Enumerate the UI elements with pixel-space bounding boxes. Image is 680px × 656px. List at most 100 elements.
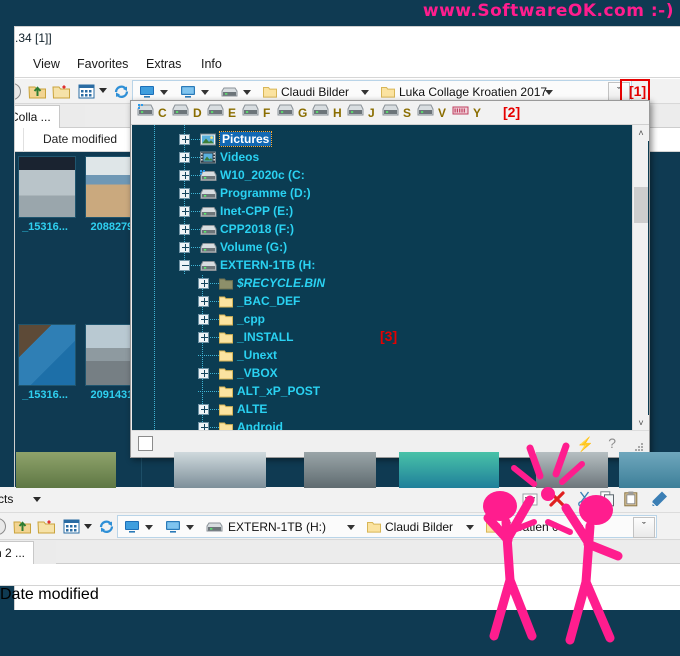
crumb-desktop-caret-icon[interactable]	[201, 90, 209, 95]
drive-button-d[interactable]: D	[172, 104, 202, 120]
tree-item-recycle-bin[interactable]: $RECYCLE.BIN	[237, 276, 325, 290]
up-folder-icon[interactable]	[13, 517, 32, 536]
tree-item-cpp2018[interactable]: CPP2018 (F:)	[220, 222, 294, 236]
tree-scrollbar[interactable]: ˄ ˅	[632, 125, 649, 431]
crumb-label-extern-1tb[interactable]: EXTERN-1TB (H:)	[228, 520, 326, 534]
column-date-modified[interactable]: Date modified	[0, 586, 680, 604]
lower-tab-n2[interactable]: n 2 ...	[0, 541, 35, 564]
tree-expander-plus[interactable]	[198, 278, 209, 289]
tree-item-pictures[interactable]: Pictures	[218, 131, 273, 147]
drive-button-h[interactable]: H	[312, 104, 342, 120]
drive-button-s[interactable]: S	[382, 104, 411, 120]
column-sep[interactable]	[0, 564, 680, 586]
tree-item-vbox[interactable]: _VBOX	[237, 366, 278, 380]
column-sep[interactable]	[23, 128, 24, 152]
crumb-label-kroatien[interactable]: Kroatien 0	[504, 520, 559, 534]
tree-item-videos[interactable]: Videos	[220, 150, 259, 164]
tab-colla[interactable]: Colla ...	[15, 105, 60, 128]
crumb-label-luka-collage[interactable]: Luka Collage Kroatien 2017	[399, 85, 547, 99]
tree-expander-plus[interactable]	[198, 314, 209, 325]
crumb-desktop-icon[interactable]	[165, 520, 181, 534]
thumbnail-image[interactable]	[399, 452, 499, 488]
tree-item-unext[interactable]: _Unext	[237, 348, 277, 362]
crumb-computer-icon[interactable]	[124, 520, 140, 534]
drive-button-y[interactable]: Y	[452, 104, 481, 120]
views-caret-icon[interactable]	[84, 524, 92, 529]
column-sep[interactable]	[0, 604, 680, 617]
crumb-kroatien-caret-icon[interactable]	[575, 525, 583, 530]
crumb-folder-claudi-icon[interactable]	[367, 520, 381, 534]
views-icon[interactable]	[62, 517, 81, 536]
up-folder-icon[interactable]	[28, 82, 47, 101]
drive-button-c[interactable]: C	[137, 104, 167, 120]
thumbnail-image[interactable]	[304, 452, 376, 488]
scroll-down-arrow-icon[interactable]: ˅	[633, 415, 649, 431]
cut-icon[interactable]	[577, 491, 592, 507]
thumbnail-image[interactable]	[619, 452, 680, 488]
menu-item-extras[interactable]: Extras	[146, 57, 181, 71]
crumb-claudi-caret-icon-lower[interactable]	[466, 525, 474, 530]
crumb-drive-icon[interactable]	[221, 87, 238, 97]
tree-item-install[interactable]: _INSTALL	[237, 330, 293, 344]
tree-expander-plus[interactable]	[179, 152, 190, 163]
help-icon[interactable]: ?	[608, 435, 616, 451]
new-folder-icon[interactable]	[52, 82, 71, 101]
edit-icon[interactable]	[651, 490, 669, 508]
list-item[interactable]: _15316...	[18, 156, 76, 233]
menu-item-favorites[interactable]: Favorites	[77, 57, 128, 71]
tree-expander-plus[interactable]	[198, 368, 209, 379]
drive-button-e[interactable]: E	[207, 104, 236, 120]
lower-address-bar[interactable]: EXTERN-1TB (H:) Claudi Bilder Kroatien 0	[117, 515, 657, 538]
tree-expander-minus[interactable]	[179, 260, 190, 271]
lower-address-expand-button[interactable]: ˇ	[633, 517, 655, 538]
tree-expander-plus[interactable]	[198, 332, 209, 343]
crumb-label-claudi-bilder-lower[interactable]: Claudi Bilder	[385, 520, 453, 534]
back-icon[interactable]	[15, 82, 22, 101]
tree-item-extern-1tb[interactable]: EXTERN-1TB (H:	[220, 258, 315, 272]
menu-item-view[interactable]: View	[33, 57, 60, 71]
drive-button-j[interactable]: J	[347, 104, 375, 120]
drive-button-f[interactable]: F	[242, 104, 270, 120]
lower-objects-caret-icon[interactable]	[33, 497, 41, 502]
views-caret-icon[interactable]	[99, 88, 107, 93]
tree-item-alt-xp-post[interactable]: ALT_xP_POST	[237, 384, 320, 398]
tree-expander-plus[interactable]	[179, 188, 190, 199]
crumb-folder-kroatien-icon[interactable]	[486, 520, 500, 534]
thumbnail-image[interactable]	[174, 452, 266, 488]
crumb-desktop-caret-icon[interactable]	[186, 525, 194, 530]
tree-item-w10[interactable]: W10_2020c (C:	[220, 168, 305, 182]
drive-button-v[interactable]: V	[417, 104, 446, 120]
drive-button-g[interactable]: G	[277, 104, 307, 120]
resize-grip-icon[interactable]	[635, 443, 644, 452]
tree-item-alte[interactable]: ALTE	[237, 402, 267, 416]
scroll-up-arrow-icon[interactable]: ˄	[633, 125, 649, 141]
tree-expander-plus[interactable]	[179, 242, 190, 253]
crumb-extern-caret-icon[interactable]	[347, 525, 355, 530]
folder-tree-view[interactable]: Pictures Videos W10_2020c (C: Programme …	[132, 125, 649, 431]
menu-item-info[interactable]: Info	[201, 57, 222, 71]
crumb-drive-extern-icon[interactable]	[206, 522, 223, 532]
crumb-folder-luka-icon[interactable]	[381, 85, 395, 99]
refresh-icon[interactable]	[97, 517, 116, 536]
crumb-computer-caret-icon[interactable]	[145, 525, 153, 530]
crumb-luka-caret-icon[interactable]	[545, 90, 553, 95]
scrollbar-thumb[interactable]	[634, 187, 648, 223]
crumb-folder-claudi-icon[interactable]	[263, 85, 277, 99]
refresh-icon[interactable]	[112, 82, 131, 101]
tree-item-cpp[interactable]: _cpp	[237, 312, 265, 326]
tree-expander-plus[interactable]	[179, 224, 190, 235]
dialog-checkbox[interactable]	[138, 436, 153, 451]
thumbnail-image[interactable]	[536, 452, 608, 488]
thumbnail-image[interactable]	[16, 452, 116, 488]
paste-icon[interactable]	[624, 491, 638, 507]
tree-item-programme[interactable]: Programme (D:)	[220, 186, 311, 200]
tree-item-volume[interactable]: Volume (G:)	[220, 240, 287, 254]
list-item[interactable]: _15316...	[18, 324, 76, 401]
tree-expander-plus[interactable]	[198, 404, 209, 415]
tree-expander-plus[interactable]	[179, 170, 190, 181]
delete-icon[interactable]	[548, 490, 566, 508]
new-folder-icon[interactable]	[37, 517, 56, 536]
crumb-computer-icon[interactable]	[139, 85, 155, 99]
tree-item-inet-cpp[interactable]: Inet-CPP (E:)	[220, 204, 293, 218]
crumb-label-claudi-bilder[interactable]: Claudi Bilder	[281, 85, 349, 99]
